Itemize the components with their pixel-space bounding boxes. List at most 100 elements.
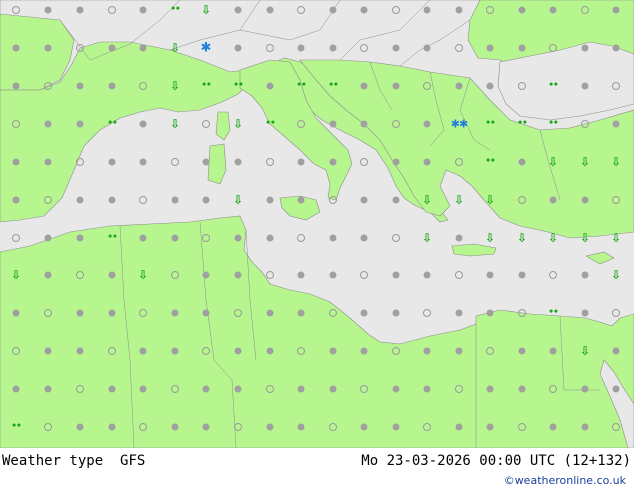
cloud-icon: [518, 385, 526, 393]
cloud-icon: [455, 347, 463, 355]
cloud-icon: [360, 234, 368, 242]
clear-icon: [266, 385, 274, 393]
clear-icon: [139, 309, 147, 317]
cloud-icon: [76, 347, 84, 355]
clear-icon: [297, 347, 305, 355]
cloud-icon: [612, 120, 620, 128]
cloud-icon: [612, 6, 620, 14]
clear-icon: [581, 6, 589, 14]
credit-link[interactable]: ©weatheronline.co.uk: [504, 474, 626, 487]
clear-icon: [549, 44, 557, 52]
clear-icon: [612, 196, 620, 204]
cloud-icon: [202, 385, 210, 393]
cloud-icon: [266, 196, 274, 204]
clear-icon: [329, 423, 337, 431]
clear-icon: [234, 309, 242, 317]
clear-icon: [486, 347, 494, 355]
shower-icon: ⇩: [579, 155, 591, 169]
cloud-icon: [392, 196, 400, 204]
clear-icon: [329, 309, 337, 317]
clear-icon: [518, 423, 526, 431]
clear-icon: [202, 234, 210, 242]
cloud-icon: [139, 158, 147, 166]
cloud-icon: [44, 120, 52, 128]
clear-icon: [612, 82, 620, 90]
cloud-icon: [12, 82, 20, 90]
cloud-icon: [392, 423, 400, 431]
clear-icon: [360, 271, 368, 279]
cloud-icon: [329, 6, 337, 14]
cloud-icon: [108, 196, 116, 204]
cloud-icon: [234, 347, 242, 355]
cloud-icon: [455, 6, 463, 14]
cloud-icon: [329, 158, 337, 166]
clear-icon: [329, 196, 337, 204]
map-footer: Weather type GFS Mo 23-03-2026 00:00 UTC…: [0, 448, 634, 490]
cloud-icon: [297, 196, 305, 204]
cloud-icon: [360, 6, 368, 14]
cloud-icon: [455, 82, 463, 90]
cloud-icon: [581, 44, 589, 52]
shower-icon: ⇩: [421, 231, 433, 245]
snow-icon: ✱✱: [450, 117, 468, 131]
cloud-icon: [108, 385, 116, 393]
cloud-icon: [44, 6, 52, 14]
cloud-icon: [360, 196, 368, 204]
clear-icon: [139, 196, 147, 204]
cloud-icon: [76, 309, 84, 317]
cloud-icon: [612, 44, 620, 52]
cloud-icon: [549, 423, 557, 431]
cloud-icon: [392, 44, 400, 52]
cloud-icon: [108, 82, 116, 90]
clear-icon: [266, 44, 274, 52]
clear-icon: [455, 158, 463, 166]
shower-icon: ⇩: [232, 117, 244, 131]
cloud-icon: [171, 347, 179, 355]
cloud-icon: [392, 271, 400, 279]
cloud-icon: [581, 423, 589, 431]
cloud-icon: [423, 120, 431, 128]
cloud-icon: [581, 196, 589, 204]
cloud-icon: [234, 6, 242, 14]
cloud-icon: [581, 385, 589, 393]
cloud-icon: [108, 271, 116, 279]
cloud-icon: [202, 271, 210, 279]
cloud-icon: [266, 309, 274, 317]
drizzle-icon: ••: [485, 156, 495, 167]
cloud-icon: [329, 347, 337, 355]
clear-icon: [392, 347, 400, 355]
shower-icon: ⇩: [610, 268, 622, 282]
cloud-icon: [234, 158, 242, 166]
cloud-icon: [486, 385, 494, 393]
cloud-icon: [297, 385, 305, 393]
clear-icon: [612, 309, 620, 317]
cloud-icon: [612, 385, 620, 393]
cloud-icon: [392, 158, 400, 166]
cloud-icon: [455, 423, 463, 431]
cloud-icon: [329, 271, 337, 279]
clear-icon: [392, 120, 400, 128]
cloud-icon: [360, 423, 368, 431]
shower-icon: ⇩: [610, 155, 622, 169]
cloud-icon: [44, 385, 52, 393]
cloud-icon: [423, 44, 431, 52]
drizzle-icon: ••: [296, 80, 306, 91]
cloud-icon: [76, 120, 84, 128]
clear-icon: [139, 82, 147, 90]
cloud-icon: [171, 309, 179, 317]
cloud-icon: [44, 44, 52, 52]
cloud-icon: [423, 158, 431, 166]
shower-icon: ⇩: [169, 117, 181, 131]
model-label: GFS: [120, 453, 146, 469]
shower-icon: ⇩: [200, 3, 212, 17]
cloud-icon: [44, 347, 52, 355]
cloud-icon: [392, 309, 400, 317]
cloud-icon: [486, 82, 494, 90]
clear-icon: [423, 309, 431, 317]
cloud-icon: [486, 309, 494, 317]
cloud-icon: [44, 158, 52, 166]
cloud-icon: [202, 309, 210, 317]
clear-icon: [76, 271, 84, 279]
cloud-icon: [76, 196, 84, 204]
cloud-icon: [329, 120, 337, 128]
